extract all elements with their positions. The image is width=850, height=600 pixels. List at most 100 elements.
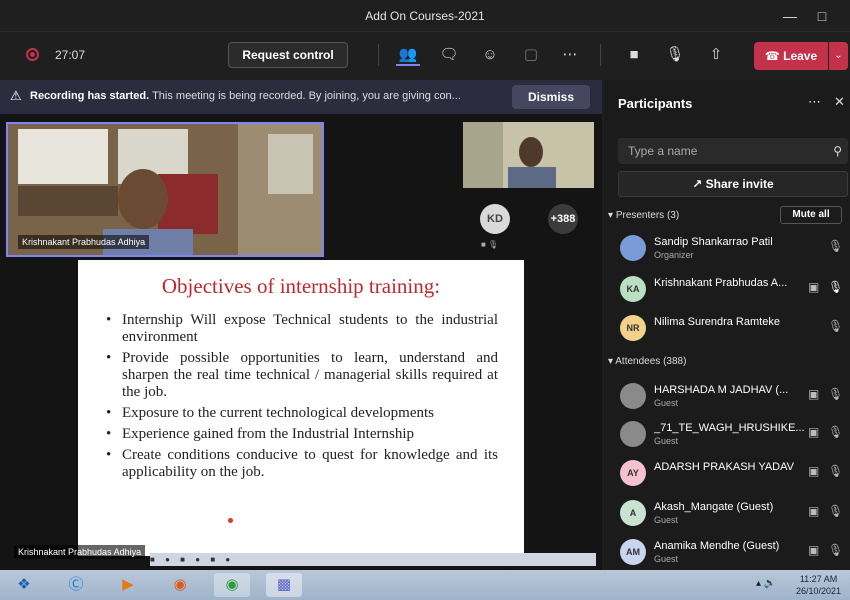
participant-avatar[interactable]: KD bbox=[480, 204, 510, 234]
shared-app-icon: ■ bbox=[210, 555, 216, 564]
avatar: NR bbox=[620, 315, 646, 341]
camera-icon[interactable]: ■ bbox=[622, 44, 646, 66]
participant-name: Akash_Mangate (Guest) bbox=[654, 501, 774, 513]
chat-icon[interactable]: 🗨 bbox=[437, 44, 461, 66]
shared-app-icon: ■ bbox=[180, 555, 185, 564]
teams-icon[interactable]: ▩ bbox=[266, 573, 302, 597]
mic-off-icon: 🎙 bbox=[828, 543, 844, 557]
participant-row[interactable]: KA Krishnakant Prabhudas A... ▣ 🎙 bbox=[618, 273, 848, 307]
participant-name: Krishnakant Prabhudas A... bbox=[654, 277, 788, 289]
participant-row[interactable]: AM Anamika Mendhe (Guest) Guest ▣ 🎙 bbox=[618, 536, 848, 570]
request-control-button[interactable]: Request control bbox=[228, 42, 348, 68]
reactions-icon[interactable]: ☺ bbox=[478, 44, 502, 66]
shared-app-icon: ■ bbox=[150, 555, 155, 564]
mic-off-icon: 🎙 bbox=[828, 464, 844, 478]
camera-off-icon: ▣ bbox=[808, 504, 820, 518]
slide-bullet: Internship Will expose Technical student… bbox=[106, 312, 498, 346]
shared-screen-taskbar: ■ ● ■ ● ■ ● bbox=[150, 553, 596, 566]
mic-off-icon[interactable]: 🎙 bbox=[663, 44, 687, 66]
warning-icon: ⚠ bbox=[10, 88, 22, 103]
avatar: AM bbox=[620, 539, 646, 565]
search-icon: ⚲ bbox=[833, 144, 842, 158]
participants-icon[interactable]: 👥 bbox=[396, 44, 420, 66]
camera-off-icon: ■ 🎙 bbox=[481, 240, 499, 249]
participants-panel: Participants ⋯ ✕ Type a name ⚲ ↗ Share i… bbox=[604, 80, 850, 570]
shared-app-icon: ● bbox=[225, 555, 231, 564]
video-feed-image bbox=[463, 122, 594, 188]
participant-role: Guest bbox=[654, 554, 679, 564]
toolbar-divider bbox=[378, 44, 379, 66]
screen-share-icon: ▣ bbox=[808, 280, 820, 294]
toolbar-divider bbox=[600, 44, 601, 66]
system-clock[interactable]: 11:27 AM 26/10/2021 bbox=[796, 573, 841, 597]
panel-title: Participants bbox=[618, 96, 693, 111]
banner-bold-text: Recording has started. bbox=[30, 90, 150, 102]
participant-name: _71_TE_WAGH_HRUSHIKE... bbox=[654, 422, 804, 434]
participant-name: HARSHADA M JADHAV (... bbox=[654, 384, 789, 396]
camera-off-icon: ▣ bbox=[808, 425, 820, 439]
panel-more-icon[interactable]: ⋯ bbox=[808, 94, 821, 110]
participant-name: Anamika Mendhe (Guest) bbox=[654, 540, 780, 552]
slide-bullet: Provide possible opportunities to learn,… bbox=[106, 350, 498, 401]
overflow-participants-count[interactable]: +388 bbox=[548, 204, 578, 234]
mic-icon: 🎙 bbox=[828, 280, 844, 294]
main-video-tile[interactable]: Krishnakant Prabhudas Adhiya bbox=[6, 122, 324, 257]
avatar: AY bbox=[620, 460, 646, 486]
camera-off-icon: ▣ bbox=[808, 464, 820, 478]
participant-role: Guest bbox=[654, 398, 679, 408]
share-invite-button[interactable]: ↗ Share invite bbox=[618, 171, 848, 197]
participant-row[interactable]: NR Nilima Surendra Ramteke 🎙 bbox=[618, 312, 848, 346]
slide-bullet: Exposure to the current technological de… bbox=[106, 405, 498, 422]
presenters-section-header[interactable]: ▾ Presenters (3) bbox=[608, 210, 679, 221]
clock-date: 26/10/2021 bbox=[796, 586, 842, 596]
camera-off-icon: ▣ bbox=[808, 387, 820, 401]
participant-search-input[interactable]: Type a name ⚲ bbox=[618, 138, 848, 164]
participant-row[interactable]: A Akash_Mangate (Guest) Guest ▣ 🎙 bbox=[618, 497, 848, 531]
meeting-toolbar: 27:07 Request control 👥 🗨 ☺ ▢ ⋯ ■ 🎙 ⇧ ☎ … bbox=[0, 32, 850, 78]
avatar: A bbox=[620, 500, 646, 526]
shared-slide: Objectives of internship training: Inter… bbox=[78, 260, 524, 556]
windows-taskbar: ❖ Ⓒ ▶ ◉ ◉ ▩ ▴ 🔊 11:27 AM 26/10/2021 bbox=[0, 570, 850, 600]
participant-row[interactable]: AY ADARSH PRAKASH YADAV ▣ 🎙 bbox=[618, 457, 848, 491]
volume-icon[interactable]: ▴ 🔊 bbox=[756, 578, 776, 589]
meeting-timer: 27:07 bbox=[55, 48, 86, 62]
mic-off-icon: 🎙 bbox=[828, 319, 844, 333]
participant-role: Guest bbox=[654, 515, 679, 525]
recording-banner: ⚠ Recording has started. This meeting is… bbox=[0, 80, 602, 114]
mic-off-icon: 🎙 bbox=[828, 504, 844, 518]
mic-off-icon: 🎙 bbox=[828, 239, 844, 253]
shared-app-icon: ● bbox=[195, 555, 201, 564]
share-screen-icon[interactable]: ⇧ bbox=[704, 44, 728, 66]
participant-name: Sandip Shankarrao Patil bbox=[654, 236, 773, 248]
participant-row[interactable]: _71_TE_WAGH_HRUSHIKE... Guest ▣ 🎙 bbox=[618, 418, 848, 452]
participant-role: Organizer bbox=[654, 250, 694, 260]
leave-button[interactable]: ☎ Leave bbox=[754, 42, 828, 70]
main-video-name: Krishnakant Prabhudas Adhiya bbox=[18, 235, 150, 249]
title-bar: Add On Courses-2021 — □ bbox=[0, 0, 850, 32]
clock-time: 11:27 AM bbox=[799, 574, 838, 584]
rooms-icon[interactable]: ▢ bbox=[519, 44, 543, 66]
slide-bullet: Create conditions conducive to quest for… bbox=[106, 447, 498, 481]
attendees-section-header[interactable]: ▾ Attendees (388) bbox=[608, 356, 686, 367]
camera-off-icon: ▣ bbox=[808, 543, 820, 557]
window-title: Add On Courses-2021 bbox=[365, 9, 485, 23]
dismiss-button[interactable]: Dismiss bbox=[512, 85, 590, 109]
mute-all-button[interactable]: Mute all bbox=[780, 206, 842, 224]
minimize-icon[interactable]: — bbox=[778, 6, 802, 26]
close-icon[interactable]: ✕ bbox=[834, 94, 845, 110]
secondary-video-tile[interactable] bbox=[463, 122, 594, 188]
avatar bbox=[620, 421, 646, 447]
media-player-icon[interactable]: ▶ bbox=[110, 573, 146, 597]
start-button-icon[interactable]: ❖ bbox=[6, 573, 42, 597]
maximize-icon[interactable]: □ bbox=[810, 6, 834, 26]
participant-row[interactable]: HARSHADA M JADHAV (... Guest ▣ 🎙 bbox=[618, 380, 848, 414]
chrome-icon[interactable]: ◉ bbox=[214, 573, 250, 597]
leave-options-chevron-icon[interactable]: ⌄ bbox=[829, 42, 848, 70]
banner-text: This meeting is being recorded. By joini… bbox=[152, 90, 461, 102]
more-actions-icon[interactable]: ⋯ bbox=[558, 44, 582, 66]
laser-pointer bbox=[228, 518, 233, 523]
avatar bbox=[620, 235, 646, 261]
internet-explorer-icon[interactable]: Ⓒ bbox=[58, 573, 94, 597]
participant-row[interactable]: Sandip Shankarrao Patil Organizer 🎙 bbox=[618, 232, 848, 266]
firefox-icon[interactable]: ◉ bbox=[162, 573, 198, 597]
